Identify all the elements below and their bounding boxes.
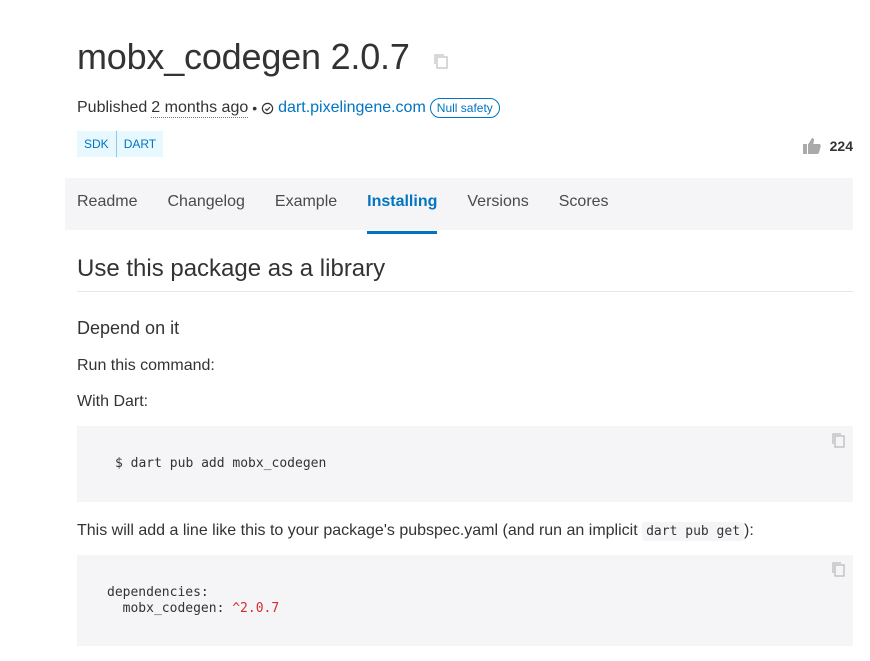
tag-dart[interactable]: DART [115, 131, 163, 157]
likes-count: 224 [829, 138, 853, 154]
sub-heading: Depend on it [77, 318, 180, 338]
add-line-prefix: This will add a line like this to your p… [77, 522, 638, 539]
pubspec-snippet[interactable]: dependencies: mobx_codegen: ^2.0.7 [107, 585, 279, 617]
sdk-tags: SDK DART [77, 131, 164, 157]
deps-key: dependencies: [107, 585, 209, 600]
dep-name: mobx_codegen: [122, 601, 225, 616]
inline-code-pub-get: dart pub get [642, 522, 745, 541]
command-text[interactable]: $ dart pub add mobx_codegen [115, 456, 326, 471]
null-safety-badge[interactable]: Null safety [429, 98, 500, 118]
copy-icon[interactable] [831, 432, 845, 448]
tab-installing[interactable]: Installing [367, 178, 438, 234]
package-title: mobx_codegen 2.0.7 [77, 36, 410, 77]
publisher-link[interactable]: dart.pixelingene.com [278, 99, 426, 117]
copy-icon[interactable] [432, 52, 450, 70]
tab-readme[interactable]: Readme [77, 178, 137, 230]
tab-versions[interactable]: Versions [467, 178, 528, 230]
copy-icon[interactable] [831, 561, 845, 577]
page: mobx_codegen 2.0.7 Published 2 months ag… [0, 0, 870, 661]
tab-bar: Readme Changelog Example Installing Vers… [65, 178, 853, 234]
tag-sdk[interactable]: SDK [77, 131, 116, 157]
likes-button[interactable]: 224 [802, 137, 853, 155]
dep-version: ^2.0.7 [232, 601, 280, 616]
verified-publisher-icon [261, 102, 274, 114]
tab-scores[interactable]: Scores [559, 178, 609, 230]
thumb-up-icon[interactable] [802, 137, 822, 155]
divider [77, 291, 853, 292]
pubspec-code-block: dependencies: mobx_codegen: ^2.0.7 [77, 555, 853, 646]
published-ago: 2 months ago [151, 98, 249, 118]
section-heading: Use this package as a library [77, 255, 386, 282]
tab-changelog[interactable]: Changelog [167, 178, 244, 230]
command-code-block: $ dart pub add mobx_codegen [77, 426, 853, 502]
run-command-text: Run this command: [77, 357, 215, 374]
add-line-suffix: ): [744, 522, 754, 539]
tab-example[interactable]: Example [275, 178, 337, 230]
package-meta: Published 2 months ago • dart.pixelingen… [77, 98, 500, 118]
published-label: Published [77, 99, 148, 116]
title-row: mobx_codegen 2.0.7 [77, 36, 450, 78]
with-dart-text: With Dart: [77, 393, 149, 410]
add-line-text: This will add a line like this to your p… [77, 522, 754, 541]
separator: • [252, 100, 258, 116]
